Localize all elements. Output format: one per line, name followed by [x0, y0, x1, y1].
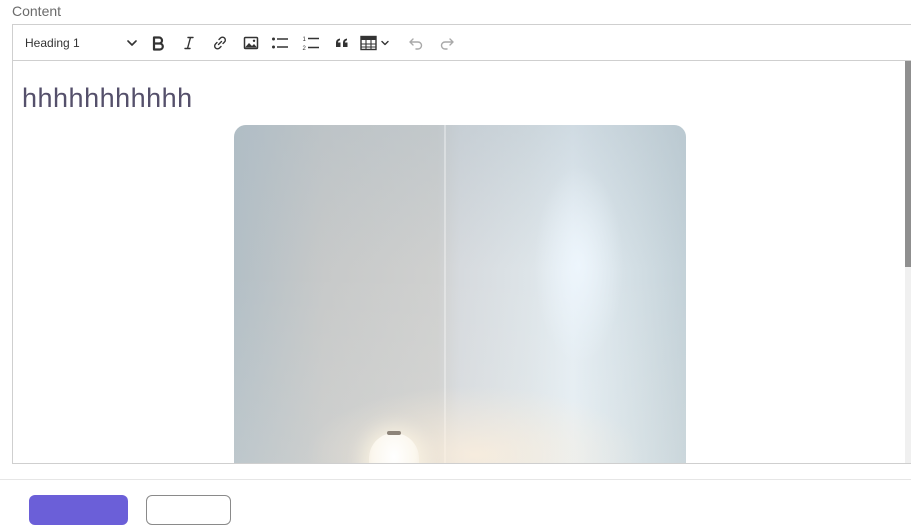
- italic-button[interactable]: [177, 31, 201, 55]
- editor-content-area[interactable]: hhhhhhhhhhh: [13, 61, 911, 463]
- bulleted-list-button[interactable]: [268, 31, 292, 55]
- redo-button[interactable]: [435, 31, 459, 55]
- primary-action-button[interactable]: [29, 495, 128, 525]
- undo-icon: [408, 35, 424, 51]
- insert-table-button[interactable]: [360, 31, 400, 55]
- redo-icon: [439, 35, 455, 51]
- link-icon: [212, 35, 228, 51]
- editor-scrollbar-thumb[interactable]: [905, 61, 911, 267]
- embedded-image[interactable]: [234, 125, 686, 463]
- editor-toolbar: Heading 1 1 2: [13, 25, 911, 61]
- bold-button[interactable]: [146, 31, 170, 55]
- secondary-action-button[interactable]: [146, 495, 231, 525]
- chevron-down-icon: [380, 38, 390, 48]
- section-divider: [0, 479, 911, 480]
- quote-icon: [334, 35, 350, 51]
- chevron-down-icon: [125, 36, 139, 50]
- table-icon: [360, 35, 378, 51]
- rich-text-editor: Heading 1 1 2 hhhhhhhhhhh: [12, 24, 911, 464]
- svg-text:1: 1: [303, 37, 307, 43]
- bulleted-list-icon: [271, 35, 289, 51]
- numbered-list-icon: 12: [302, 34, 320, 52]
- content-heading[interactable]: hhhhhhhhhhh: [22, 81, 193, 115]
- italic-icon: [181, 35, 197, 51]
- image-icon: [243, 35, 259, 51]
- bold-icon: [150, 35, 166, 51]
- svg-text:2: 2: [303, 46, 307, 52]
- blockquote-button[interactable]: [330, 31, 354, 55]
- heading-style-value: Heading 1: [25, 36, 80, 50]
- link-button[interactable]: [208, 31, 232, 55]
- numbered-list-button[interactable]: 12: [299, 31, 323, 55]
- content-field-label: Content: [12, 3, 62, 19]
- image-button[interactable]: [239, 31, 263, 55]
- undo-button[interactable]: [404, 31, 428, 55]
- heading-style-dropdown[interactable]: Heading 1: [19, 30, 139, 56]
